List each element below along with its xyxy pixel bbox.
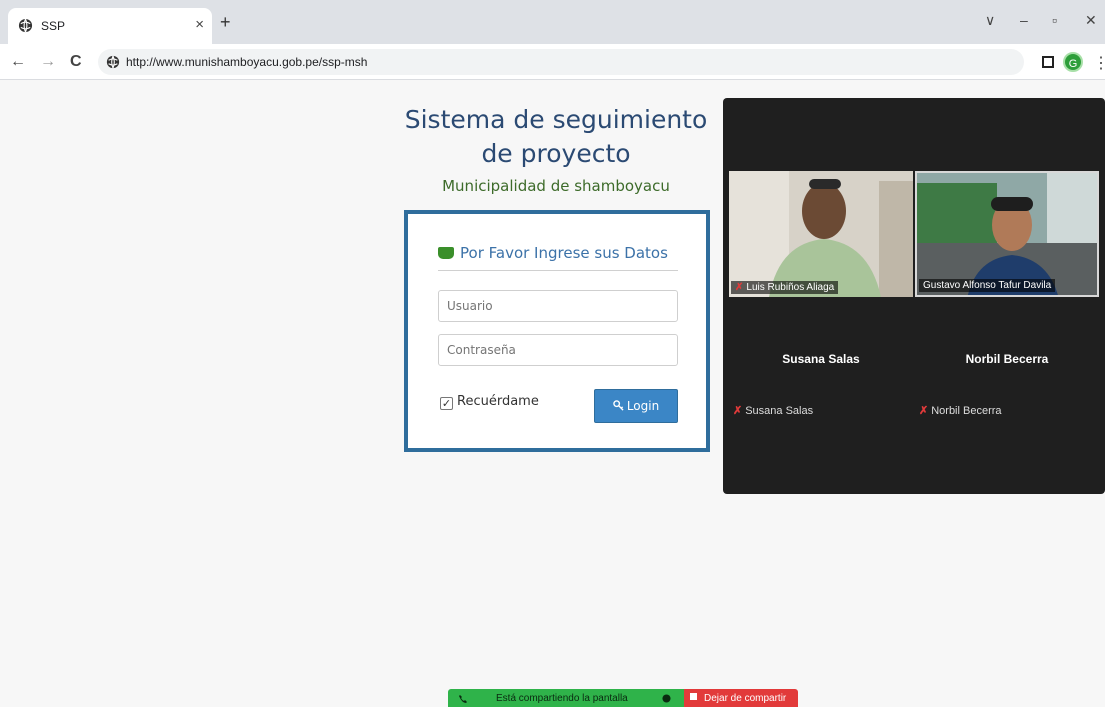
login-panel-title-text: Por Favor Ingrese sus Datos [460,244,668,262]
participant-name-placeholder: Norbil Becerra [965,352,1049,366]
globe-icon [18,18,33,33]
stop-icon [690,693,697,700]
login-panel: Por Favor Ingrese sus Datos ✓Recuérdame … [404,210,710,452]
browser-tab-bar: SSP × + ∨ – ▫ ✕ [0,0,1105,44]
minimize-button[interactable]: – [1020,12,1028,28]
participant-name-tag: ✗ Susana Salas [733,404,813,417]
site-info-icon[interactable] [106,55,120,69]
remember-label: Recuérdame [457,394,539,409]
close-window-button[interactable]: ✕ [1085,12,1097,29]
remember-me[interactable]: ✓ Recuérdame [440,394,539,410]
address-toolbar: ← → C http://www.munishamboyacu.gob.pe/s… [0,44,1105,80]
browser-tab[interactable]: SSP × [8,8,212,44]
tab-search-icon[interactable]: ∨ [985,12,995,29]
back-button[interactable]: ← [10,53,26,71]
participant-video-tile-active[interactable]: Gustavo Alfonso Tafur Davila [915,171,1099,297]
forward-button[interactable]: → [40,53,56,71]
mic-off-icon: ✗ [735,282,744,293]
video-call-panel: ✗ Luis Rubiños Aliaga Gustavo Alfonso Taf… [723,98,1105,494]
password-input[interactable] [438,334,678,366]
mic-off-icon: ✗ [733,405,743,417]
phone-icon [459,695,467,703]
page-title-line1: Sistema de seguimiento [404,105,708,134]
reload-button[interactable]: C [70,53,82,71]
participant-name-tag: Gustavo Alfonso Tafur Davila [919,279,1056,292]
username-input[interactable] [438,290,678,322]
coffee-icon [438,247,454,259]
participant-video-tile[interactable]: ✗ Luis Rubiños Aliaga [729,171,913,297]
page-title: Sistema de seguimiento de proyecto [404,103,708,171]
page-subtitle: Municipalidad de shamboyacu [442,177,670,195]
panel-divider [438,270,678,271]
participant-name: Luis Rubiños Aliaga [746,282,835,293]
key-icon [613,400,624,411]
participant-name: Norbil Becerra [931,405,1002,417]
participant-name: Susana Salas [745,405,814,417]
sharing-status: Está compartiendo la pantalla [448,689,684,707]
tab-close-icon[interactable]: × [195,17,204,32]
side-panel-icon[interactable] [1042,56,1054,68]
new-tab-button[interactable]: + [220,12,231,33]
shield-icon [662,694,671,703]
login-panel-title: Por Favor Ingrese sus Datos [438,244,668,262]
participant-video-image [729,171,913,297]
participant-name-tag: ✗ Luis Rubiños Aliaga [731,281,839,294]
address-bar[interactable]: http://www.munishamboyacu.gob.pe/ssp-msh [98,49,1024,75]
participant-name-tag: ✗ Norbil Becerra [919,404,1002,417]
page-title-line2: de proyecto [481,139,631,168]
remember-checkbox[interactable]: ✓ [440,397,453,410]
screen-share-bar: Está compartiendo la pantalla Dejar de c… [448,689,798,707]
login-button[interactable]: Login [594,389,678,423]
sharing-status-text: Está compartiendo la pantalla [496,693,628,704]
mic-off-icon: ✗ [919,405,929,417]
url-text[interactable]: http://www.munishamboyacu.gob.pe/ssp-msh [126,55,367,69]
browser-menu-icon[interactable]: ⋮ [1093,53,1105,73]
participant-name-placeholder: Susana Salas [782,352,860,366]
stop-sharing-label: Dejar de compartir [704,693,787,704]
login-button-label: Login [626,399,660,413]
restore-button[interactable]: ▫ [1052,12,1057,28]
tab-title: SSP [41,19,66,33]
profile-avatar[interactable]: G [1063,52,1083,72]
stop-sharing-button[interactable]: Dejar de compartir [684,689,798,707]
